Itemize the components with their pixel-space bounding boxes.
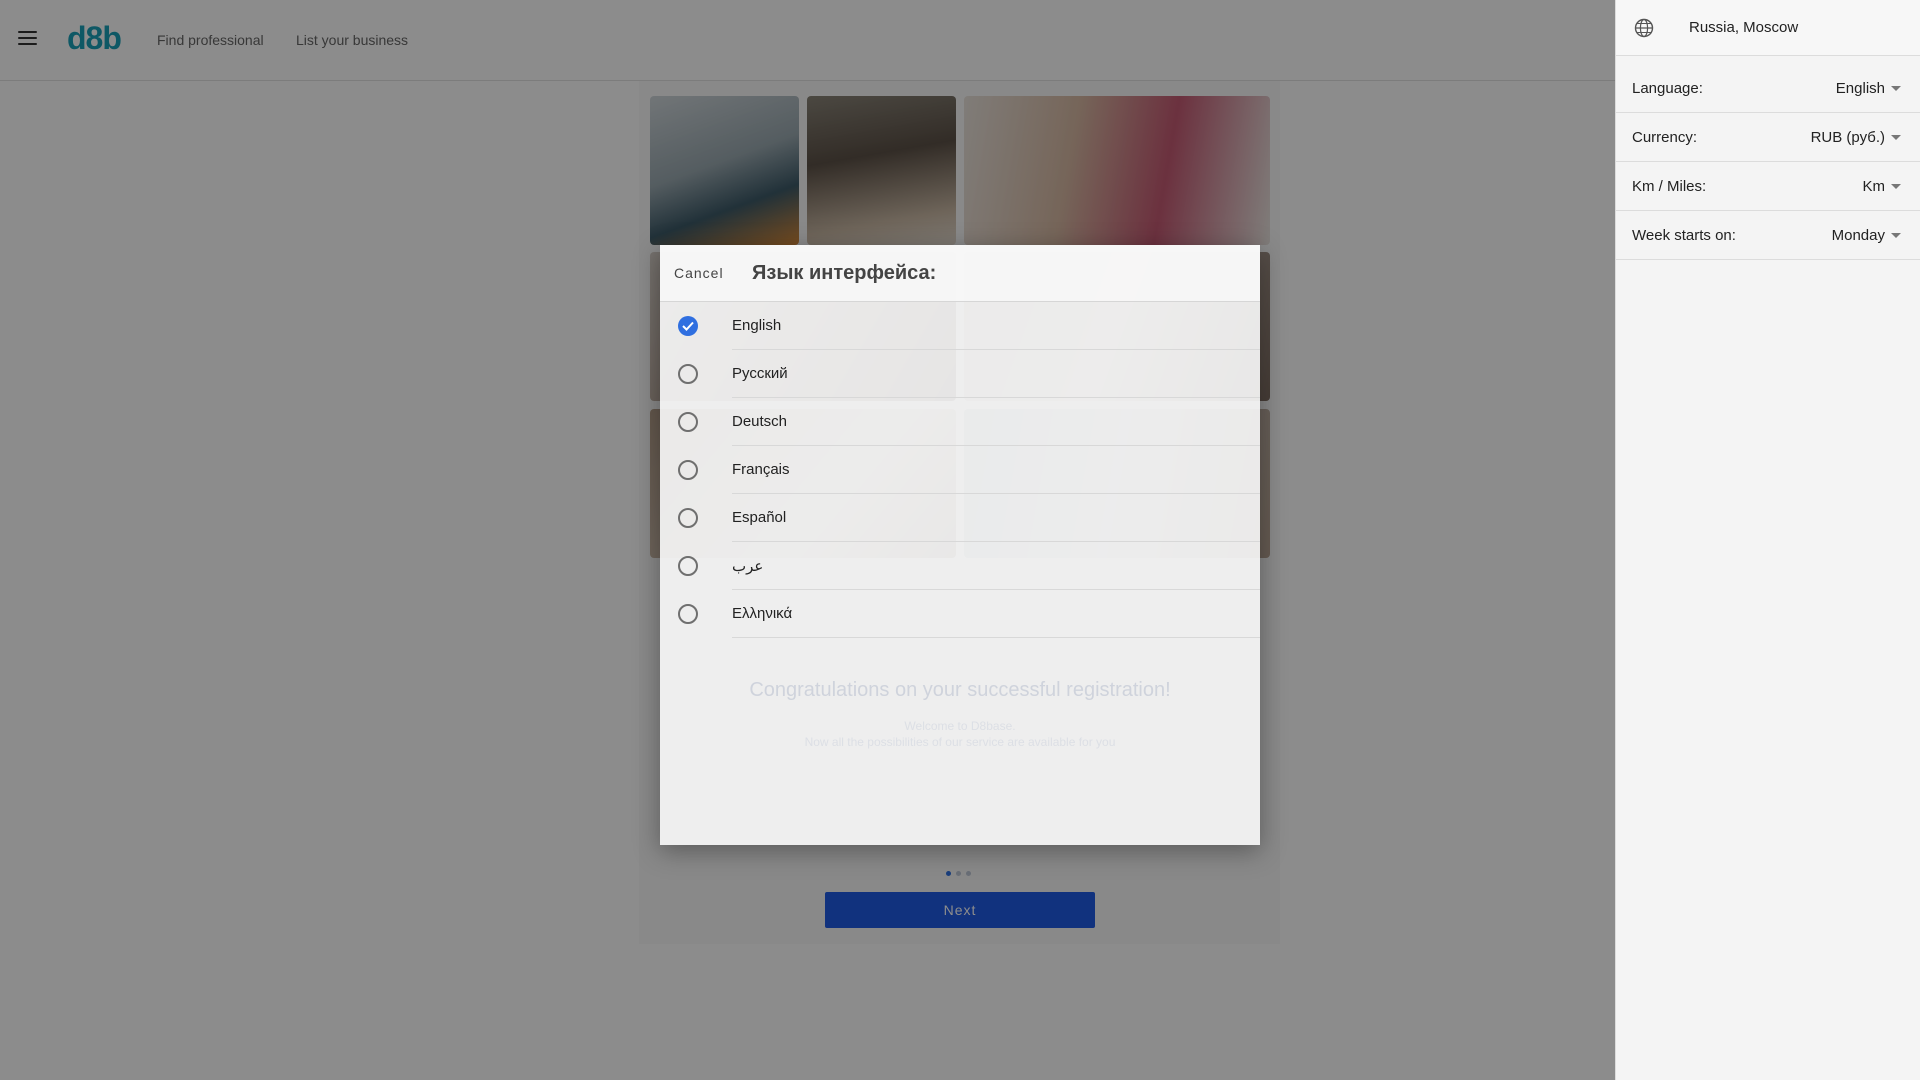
setting-week-start[interactable]: Week starts on: Monday xyxy=(1616,211,1920,260)
congrats-text: Congratulations on your successful regis… xyxy=(749,679,1171,701)
dialog-header: Cancel Язык интерфейса: xyxy=(660,245,1260,302)
language-label: Français xyxy=(732,461,790,478)
checkmark-icon xyxy=(682,321,694,331)
setting-value: English xyxy=(1835,80,1885,97)
setting-distance-unit[interactable]: Km / Miles: Km xyxy=(1616,162,1920,211)
language-option-russian[interactable]: Русский xyxy=(660,350,1260,398)
radio-icon[interactable] xyxy=(678,604,698,624)
language-list: English Русский Deutsch Français Español… xyxy=(660,302,1260,638)
setting-value: Monday xyxy=(1831,227,1885,244)
divider xyxy=(732,637,1260,638)
language-label: Deutsch xyxy=(732,413,788,430)
language-option-spanish[interactable]: Español xyxy=(660,494,1260,542)
setting-label: Week starts on: xyxy=(1632,227,1736,244)
welcome-line: Now all the possibilities of our service… xyxy=(804,735,1116,749)
setting-label: Km / Miles: xyxy=(1632,178,1707,195)
radio-icon[interactable] xyxy=(678,508,698,528)
dialog-title: Язык интерфейса: xyxy=(752,262,937,284)
cancel-button[interactable]: Cancel xyxy=(674,265,724,281)
welcome-text: Welcome to D8base. Now all the possibili… xyxy=(660,718,1260,750)
language-label: English xyxy=(732,317,782,334)
caret-down-icon xyxy=(1891,184,1901,189)
language-option-german[interactable]: Deutsch xyxy=(660,398,1260,446)
location-text: Russia, Moscow xyxy=(1689,19,1799,36)
setting-label: Currency: xyxy=(1632,129,1698,146)
language-option-arabic[interactable]: عرب xyxy=(660,542,1260,590)
caret-down-icon xyxy=(1891,233,1901,238)
language-label: Español xyxy=(732,509,787,526)
setting-currency[interactable]: Currency: RUB (руб.) xyxy=(1616,113,1920,162)
radio-checked-icon[interactable] xyxy=(678,316,698,336)
radio-icon[interactable] xyxy=(678,460,698,480)
setting-value: RUB (руб.) xyxy=(1810,129,1885,146)
settings-panel: Russia, Moscow Language: English Currenc… xyxy=(1615,0,1920,1080)
language-label: Ελληνικά xyxy=(732,605,793,622)
language-dialog: Congratulations on your successful regis… xyxy=(660,245,1260,845)
globe-icon xyxy=(1634,18,1654,38)
language-option-english[interactable]: English xyxy=(660,302,1260,350)
language-option-greek[interactable]: Ελληνικά xyxy=(660,590,1260,638)
location-selector[interactable]: Russia, Moscow xyxy=(1616,0,1920,56)
language-label: عرب xyxy=(732,558,764,575)
setting-label: Language: xyxy=(1632,80,1703,97)
setting-value: Km xyxy=(1862,178,1886,195)
radio-icon[interactable] xyxy=(678,556,698,576)
radio-icon[interactable] xyxy=(678,412,698,432)
language-label: Русский xyxy=(732,365,788,382)
setting-language[interactable]: Language: English xyxy=(1616,64,1920,113)
caret-down-icon xyxy=(1891,86,1901,91)
welcome-line: Welcome to D8base. xyxy=(904,719,1016,733)
language-option-french[interactable]: Français xyxy=(660,446,1260,494)
caret-down-icon xyxy=(1891,135,1901,140)
radio-icon[interactable] xyxy=(678,364,698,384)
